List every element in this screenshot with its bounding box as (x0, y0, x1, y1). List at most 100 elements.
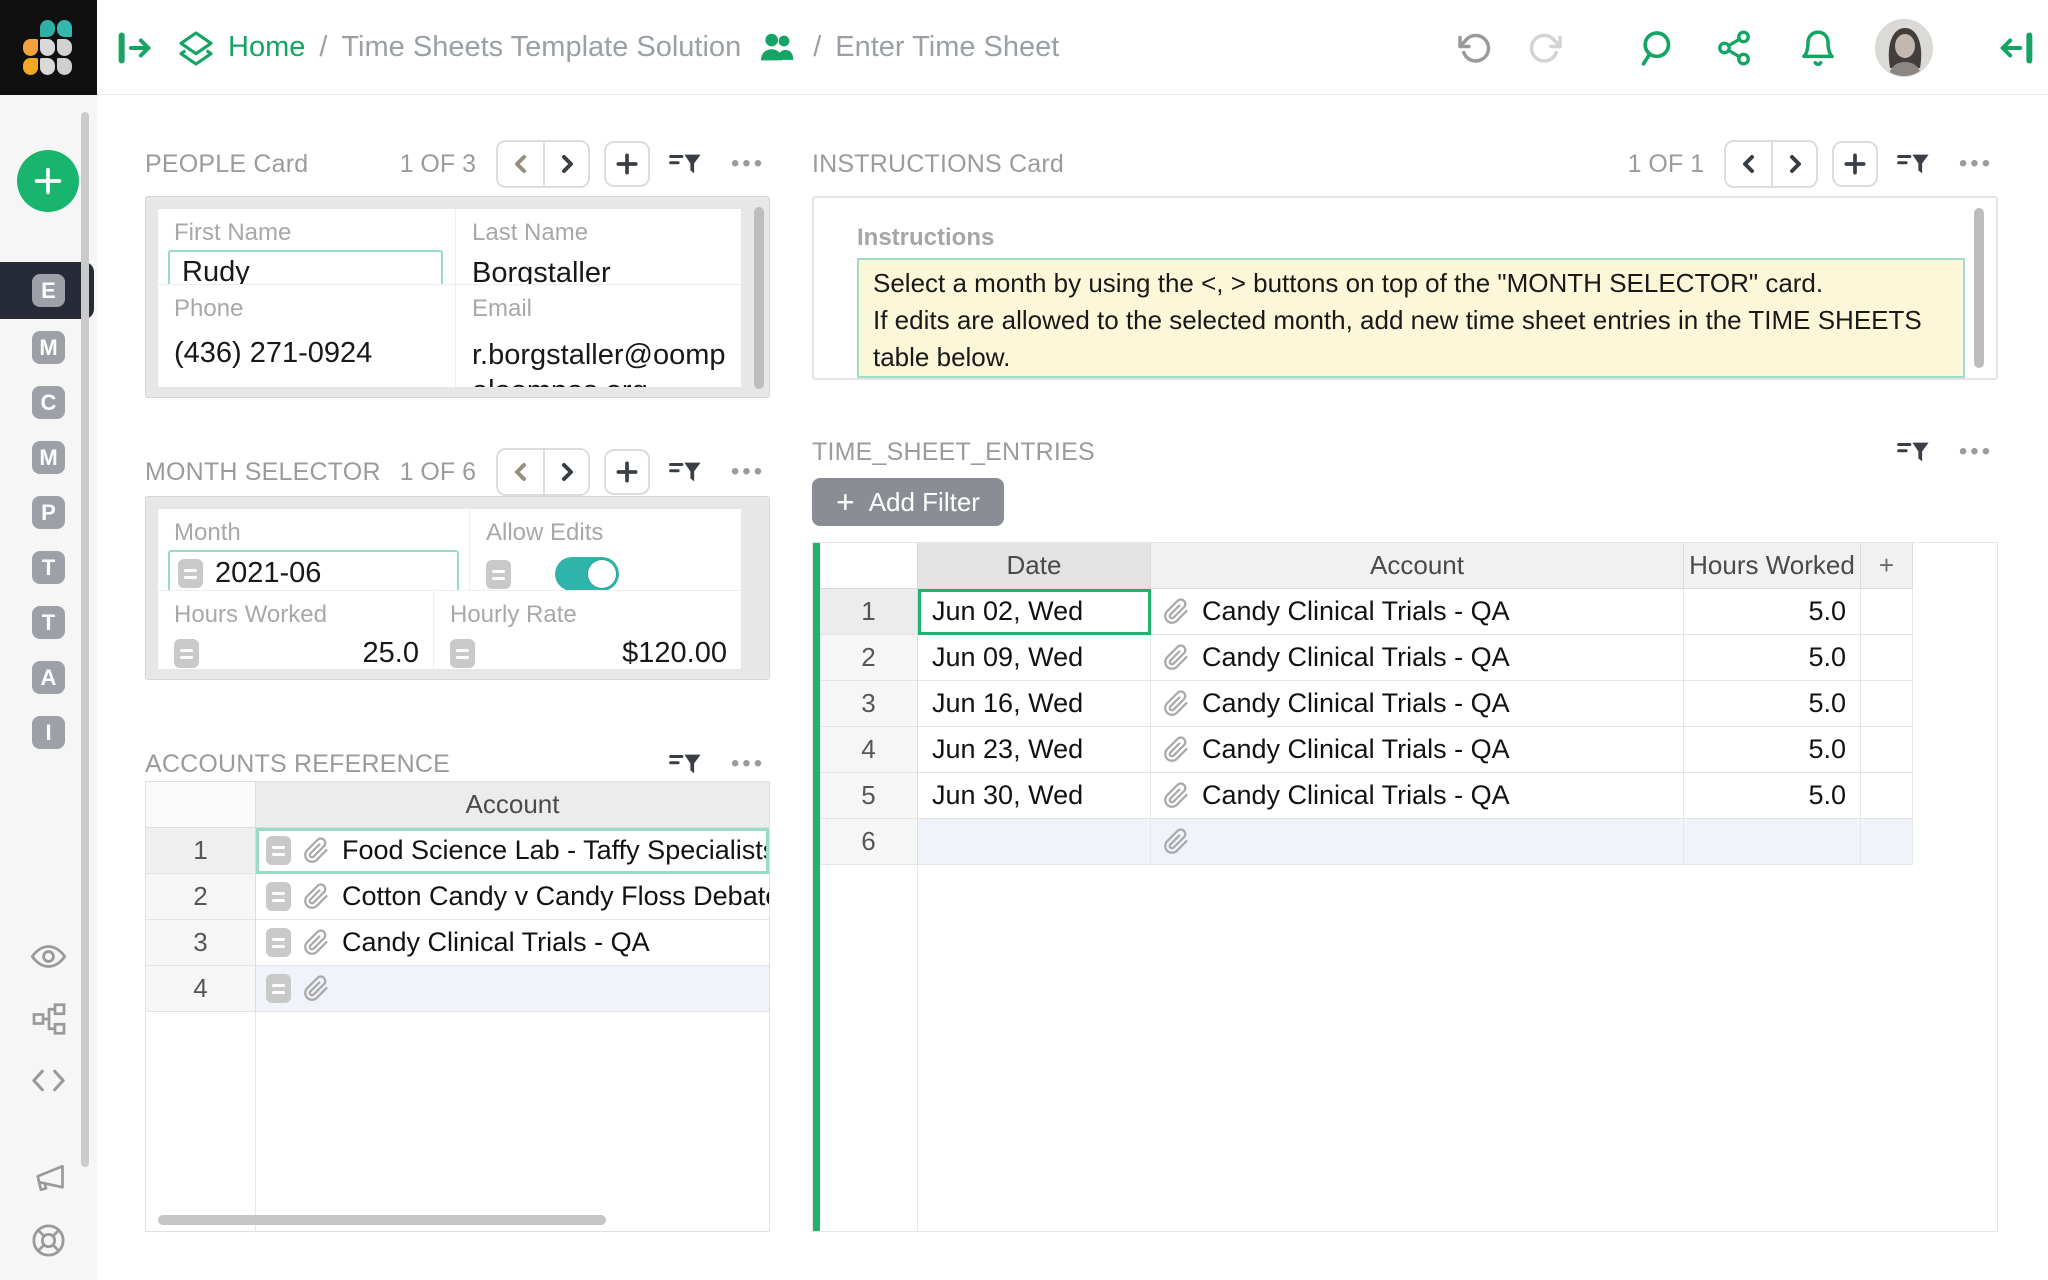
redo-icon[interactable] (1523, 26, 1567, 70)
account-text: Candy Clinical Trials - QA (342, 927, 650, 957)
add-column-button[interactable]: + (1861, 543, 1913, 589)
instructions-text-box[interactable]: Select a month by using the <, > buttons… (857, 258, 1965, 378)
first-name-input[interactable]: Rudy (168, 250, 443, 284)
people-prev-record-button[interactable] (498, 142, 543, 186)
breadcrumb-solution[interactable]: Time Sheets Template Solution (341, 31, 741, 64)
time-sheet-more-menu[interactable]: ••• (1954, 430, 1998, 474)
time-sheet-filter-icon[interactable] (1892, 430, 1934, 474)
row-number[interactable]: 1 (820, 589, 918, 635)
hourly-rate-cell[interactable]: Hourly Rate $120.00 (434, 591, 741, 669)
instructions-next-record-button[interactable] (1771, 142, 1816, 186)
account-cell-empty[interactable] (256, 966, 769, 1012)
date-cell-empty[interactable] (918, 819, 1151, 865)
undo-icon[interactable] (1453, 26, 1497, 70)
row-number[interactable]: 3 (146, 920, 256, 966)
people-filter-icon[interactable] (664, 142, 706, 186)
row-number[interactable]: 5 (820, 773, 918, 819)
people-add-record-button[interactable] (604, 141, 650, 187)
help-lifebuoy-icon[interactable] (30, 1222, 67, 1259)
workbook-people-icon[interactable] (757, 29, 799, 67)
accounts-more-menu[interactable]: ••• (726, 742, 770, 786)
hours-cell[interactable]: 5.0 (1684, 681, 1861, 727)
phone-cell[interactable]: Phone (436) 271-0924 (158, 285, 456, 387)
account-cell[interactable]: Food Science Lab - Taffy Specialists - (256, 828, 769, 874)
date-cell[interactable]: Jun 23, Wed (918, 727, 1151, 773)
row-number[interactable]: 2 (820, 635, 918, 681)
sidebar-item-m2[interactable]: M (32, 441, 65, 474)
sidebar-item-m1[interactable]: M (32, 331, 65, 364)
accounts-horizontal-scrollbar[interactable] (158, 1215, 606, 1225)
add-filter-button[interactable]: + Add Filter (812, 478, 1004, 526)
sidebar-item-c[interactable]: C (32, 386, 65, 419)
month-input[interactable]: 2021-06 (168, 550, 459, 590)
accounts-filter-icon[interactable] (664, 742, 706, 786)
account-column-header[interactable]: Account (1151, 543, 1684, 589)
instructions-prev-record-button[interactable] (1726, 142, 1771, 186)
date-cell[interactable]: Jun 09, Wed (918, 635, 1151, 681)
row-number[interactable]: 1 (146, 828, 256, 874)
search-icon[interactable] (1633, 25, 1679, 71)
account-cell[interactable]: Candy Clinical Trials - QA (1151, 589, 1684, 635)
account-cell[interactable]: Cotton Candy v Candy Floss Debate T (256, 874, 769, 920)
account-cell[interactable]: Candy Clinical Trials - QA (1151, 773, 1684, 819)
screens-layers-icon[interactable] (174, 26, 218, 70)
notifications-bell-icon[interactable] (1795, 25, 1841, 71)
month-filter-icon[interactable] (664, 450, 706, 494)
sidebar-item-a[interactable]: A (32, 661, 65, 694)
preview-eye-icon[interactable] (30, 938, 67, 975)
hours-column-header[interactable]: Hours Worked (1684, 543, 1861, 589)
honeycode-logo[interactable] (0, 0, 97, 95)
sidebar-scrollbar[interactable] (81, 112, 89, 1167)
instructions-scrollbar[interactable] (1974, 208, 1984, 368)
hours-cell[interactable]: 5.0 (1684, 635, 1861, 681)
add-object-button[interactable] (17, 150, 79, 212)
allow-edits-toggle[interactable] (555, 557, 619, 590)
date-cell[interactable]: Jun 16, Wed (918, 681, 1151, 727)
hours-cell[interactable]: 5.0 (1684, 589, 1861, 635)
instructions-filter-icon[interactable] (1892, 142, 1934, 186)
accounts-column-header[interactable]: Account (256, 782, 769, 828)
hours-cell[interactable]: 5.0 (1684, 727, 1861, 773)
sidebar-item-t2[interactable]: T (32, 606, 65, 639)
share-icon[interactable] (1711, 25, 1757, 71)
hours-cell-empty[interactable] (1684, 819, 1861, 865)
date-cell[interactable]: Jun 02, Wed (918, 589, 1151, 635)
account-text: Candy Clinical Trials - QA (1202, 596, 1510, 626)
month-add-record-button[interactable] (604, 449, 650, 495)
row-number[interactable]: 3 (820, 681, 918, 727)
sidebar-item-i[interactable]: I (32, 716, 65, 749)
collapse-panel-icon[interactable] (1993, 25, 2039, 71)
month-more-menu[interactable]: ••• (726, 450, 770, 494)
month-prev-record-button[interactable] (498, 450, 543, 494)
people-next-record-button[interactable] (543, 142, 588, 186)
user-avatar[interactable] (1875, 19, 1933, 77)
instructions-more-menu[interactable]: ••• (1954, 142, 1998, 186)
month-next-record-button[interactable] (543, 450, 588, 494)
people-more-menu[interactable]: ••• (726, 142, 770, 186)
breadcrumb-home-link[interactable]: Home (228, 31, 305, 64)
last-name-cell[interactable]: Last Name Borgstaller (456, 209, 741, 285)
row-number[interactable]: 2 (146, 874, 256, 920)
email-cell[interactable]: Email r.borgstaller@oompaloompas.org (456, 285, 741, 387)
account-cell[interactable]: Candy Clinical Trials - QA (256, 920, 769, 966)
open-panel-icon[interactable] (112, 25, 158, 71)
row-number[interactable]: 6 (820, 819, 918, 865)
instructions-add-record-button[interactable] (1832, 141, 1878, 187)
sidebar-item-enter-time-sheet[interactable]: E (32, 274, 65, 307)
sidebar-item-t1[interactable]: T (32, 551, 65, 584)
builder-code-icon[interactable] (30, 1062, 67, 1099)
account-cell[interactable]: Candy Clinical Trials - QA (1151, 727, 1684, 773)
date-cell[interactable]: Jun 30, Wed (918, 773, 1151, 819)
account-cell[interactable]: Candy Clinical Trials - QA (1151, 635, 1684, 681)
automations-flow-icon[interactable] (30, 1000, 67, 1037)
row-number[interactable]: 4 (146, 966, 256, 1012)
people-card-scrollbar[interactable] (754, 207, 764, 389)
account-cell[interactable]: Candy Clinical Trials - QA (1151, 681, 1684, 727)
hours-cell[interactable]: 5.0 (1684, 773, 1861, 819)
account-cell-empty[interactable] (1151, 819, 1684, 865)
sidebar-item-p[interactable]: P (32, 496, 65, 529)
announcements-megaphone-icon[interactable] (30, 1160, 67, 1197)
hours-worked-cell[interactable]: Hours Worked 25.0 (158, 591, 434, 669)
row-number[interactable]: 4 (820, 727, 918, 773)
date-column-header[interactable]: Date (918, 543, 1151, 589)
